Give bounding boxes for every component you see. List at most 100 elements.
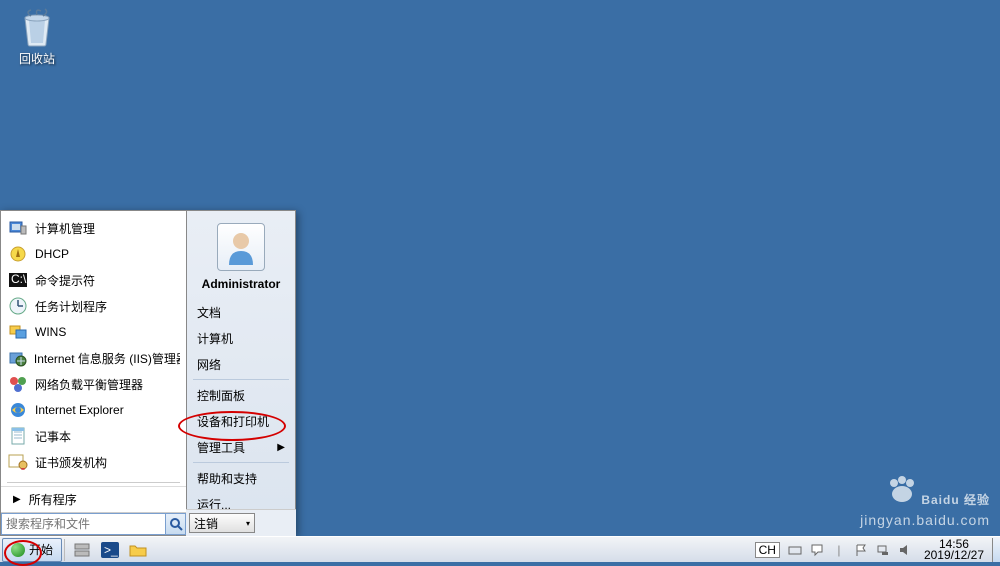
ql-server-manager[interactable] [71,540,93,560]
ql-powershell[interactable]: >_ [99,540,121,560]
recycle-bin-label: 回收站 [8,50,66,67]
menu-documents[interactable]: 文档 [187,299,295,325]
svg-text:C:\: C:\ [11,273,27,286]
tray-icon-4[interactable] [874,541,892,559]
folder-icon [129,543,147,557]
dropdown-arrow-icon: ▾ [246,519,250,528]
keyboard-icon [788,543,802,557]
app-nlb-manager[interactable]: 网络负载平衡管理器 [1,371,186,397]
desktop-icon-recycle-bin[interactable]: 回收站 [8,6,66,67]
app-label: 证书颁发机构 [35,454,107,471]
taskbar: 开始 >_ CH | 14:56 2019/12/27 [0,536,1000,562]
app-label: 网络负载平衡管理器 [35,376,143,393]
start-button[interactable]: 开始 [2,538,62,562]
dhcp-icon [7,244,29,264]
user-name: Administrator [187,277,295,291]
server-icon [73,542,91,558]
menu-label: 管理工具 [197,439,245,456]
menu-label: 计算机 [197,330,233,347]
recycle-bin-icon [17,6,57,48]
ie-icon [7,400,29,420]
menu-label: 文档 [197,304,221,321]
ime-indicator[interactable]: CH [755,542,780,558]
user-icon [223,229,259,265]
menu-devices-printers[interactable]: 设备和打印机 [187,408,295,434]
menu-help-support[interactable]: 帮助和支持 [187,465,295,491]
watermark-text1: Baidu 经验 [921,493,990,507]
volume-icon [898,543,912,557]
show-desktop-button[interactable] [992,538,1000,562]
computer-management-icon [7,218,29,238]
search-icon [169,517,183,531]
app-certificate-authority[interactable]: 证书颁发机构 [1,449,186,475]
paw-icon [887,476,917,507]
menu-network[interactable]: 网络 [187,351,295,377]
start-label: 开始 [29,541,53,558]
app-notepad[interactable]: 记事本 [1,423,186,449]
flag-icon [854,543,868,557]
separator [193,462,289,463]
powershell-icon: >_ [101,542,119,558]
watermark: Baidu 经验 jingyan.baidu.com [860,475,990,528]
clock-date: 2019/12/27 [924,550,984,561]
app-label: Internet 信息服务 (IIS)管理器 [34,350,180,367]
tray-icon-3[interactable] [852,541,870,559]
user-avatar[interactable] [217,223,265,271]
ime-label: CH [759,543,776,557]
cert-icon [7,452,29,472]
all-programs[interactable]: ▶ 所有程序 [1,486,186,512]
menu-admin-tools[interactable]: 管理工具 ▶ [187,434,295,460]
quicklaunch: >_ [64,539,155,561]
app-wins[interactable]: WINS [1,319,186,345]
start-menu: 计算机管理 DHCP C:\ 命令提示符 任务计划程序 WINS Interne… [0,210,296,536]
separator [7,482,180,483]
start-menu-left-pane: 计算机管理 DHCP C:\ 命令提示符 任务计划程序 WINS Interne… [0,210,186,536]
menu-control-panel[interactable]: 控制面板 [187,382,295,408]
ql-explorer[interactable] [127,540,149,560]
search-input[interactable] [1,513,166,535]
triangle-right-icon: ▶ [13,494,21,505]
action-center-icon [810,543,824,557]
app-label: DHCP [35,247,69,261]
tray-icon-2[interactable] [808,541,826,559]
wins-icon [7,322,29,342]
start-menu-right-pane: Administrator 文档 计算机 网络 控制面板 设备和打印机 管理工具… [186,210,296,536]
search-row [1,512,186,535]
app-label: Internet Explorer [35,403,124,417]
app-task-scheduler[interactable]: 任务计划程序 [1,293,186,319]
submenu-arrow-icon: ▶ [277,442,285,453]
watermark-text2: jingyan.baidu.com [860,512,990,528]
notepad-icon [7,426,29,446]
app-internet-explorer[interactable]: Internet Explorer [1,397,186,423]
app-label: 计算机管理 [35,220,95,237]
tray-icon-5[interactable] [896,541,914,559]
app-computer-management[interactable]: 计算机管理 [1,215,186,241]
clock[interactable]: 14:56 2019/12/27 [916,539,992,561]
iis-icon [7,348,28,368]
menu-label: 帮助和支持 [197,470,257,487]
tray-icon-1[interactable] [786,541,804,559]
search-button[interactable] [166,513,186,535]
menu-label: 控制面板 [197,387,245,404]
nlb-icon [7,374,29,394]
system-tray: CH | 14:56 2019/12/27 [751,538,1000,562]
svg-text:>_: >_ [104,543,118,557]
app-dhcp[interactable]: DHCP [1,241,186,267]
network-icon [876,543,890,557]
all-programs-label: 所有程序 [29,491,77,508]
menu-computer[interactable]: 计算机 [187,325,295,351]
cmd-icon: C:\ [7,270,29,290]
scheduler-icon [7,296,29,316]
logoff-label: 注销 [194,515,218,532]
app-label: 任务计划程序 [35,298,107,315]
separator [193,379,289,380]
logoff-button[interactable]: 注销 ▾ [189,513,255,533]
app-label: 记事本 [35,428,71,445]
app-iis-manager[interactable]: Internet 信息服务 (IIS)管理器 [1,345,186,371]
start-orb-icon [11,543,25,557]
app-commandprompt[interactable]: C:\ 命令提示符 [1,267,186,293]
app-label: WINS [35,325,66,339]
app-label: 命令提示符 [35,272,95,289]
tray-separator: | [830,541,848,559]
logoff-row: 注销 ▾ [186,509,296,536]
